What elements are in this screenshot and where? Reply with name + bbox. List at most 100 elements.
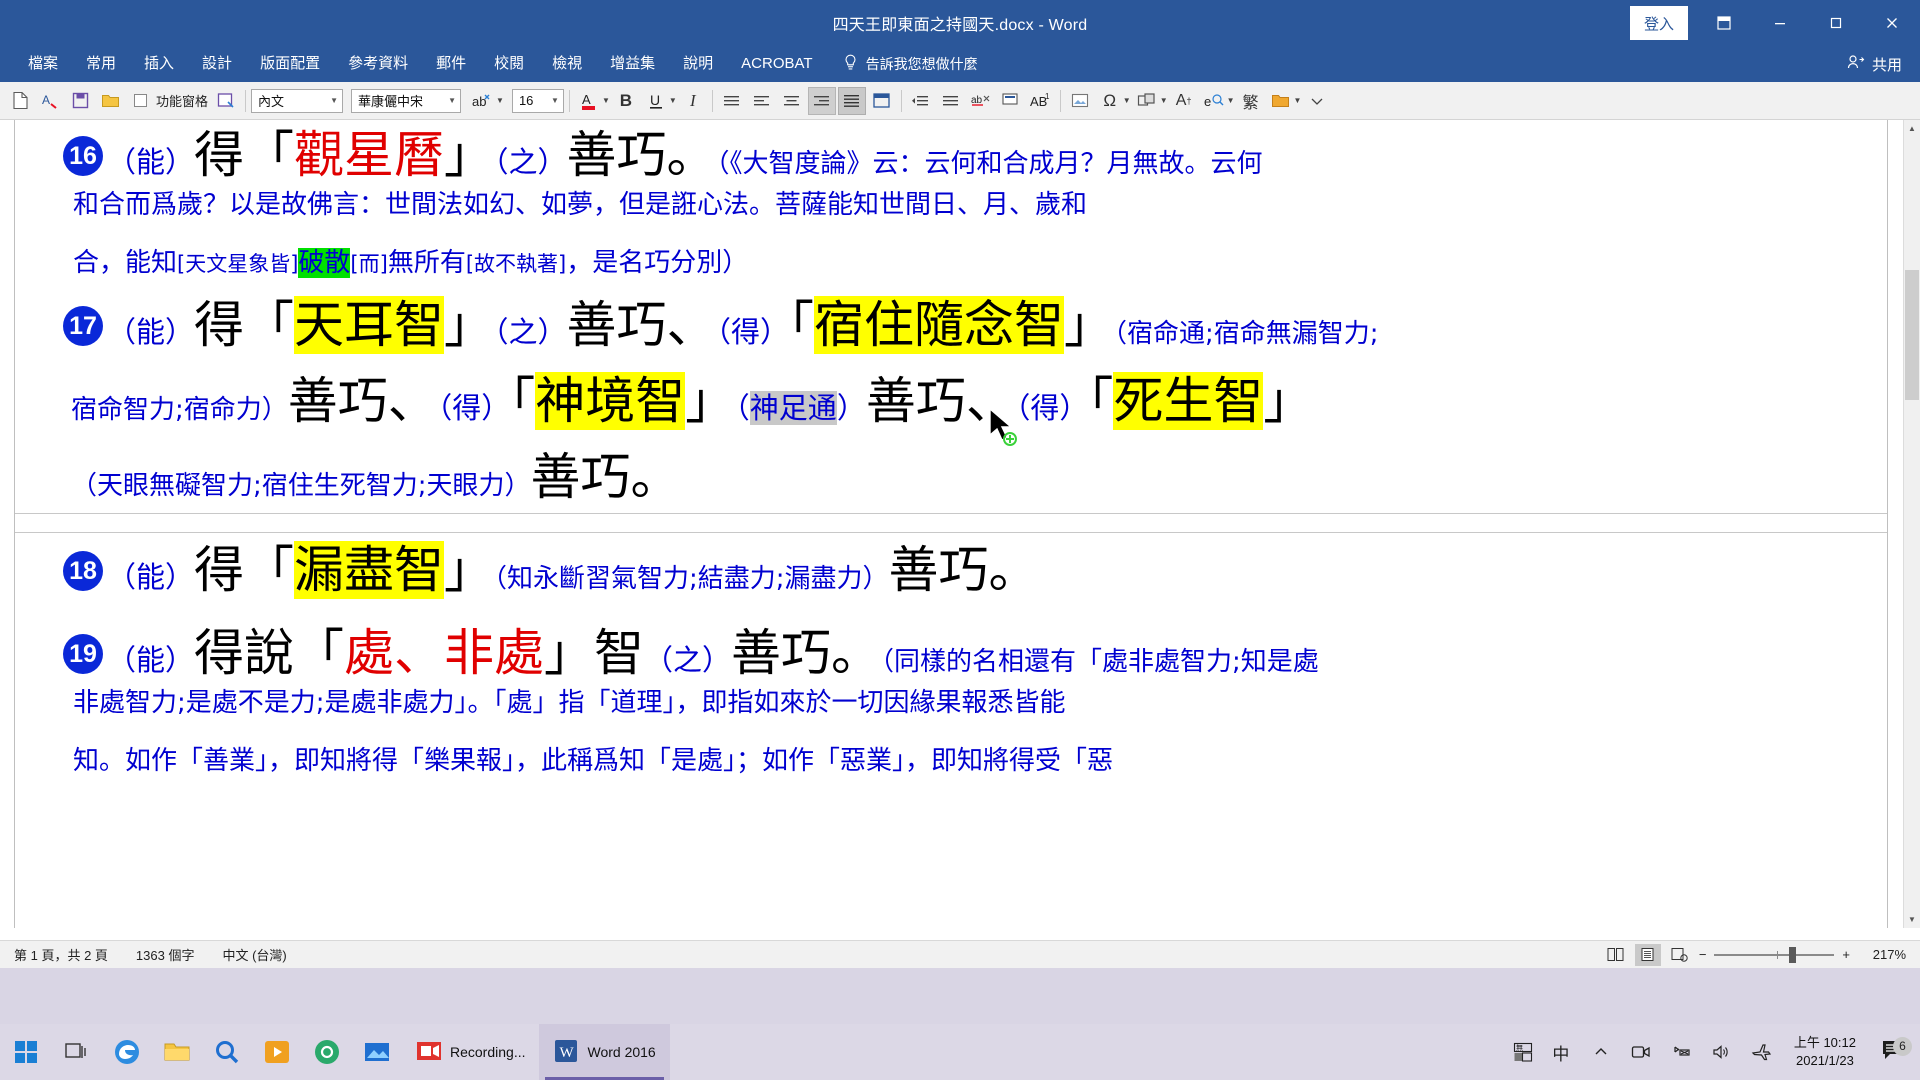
- indent-increase-icon[interactable]: [937, 87, 965, 115]
- insert-picture-icon[interactable]: [1066, 87, 1094, 115]
- document-page[interactable]: 16 （能）得「觀星曆」（之）善巧。（《大智度論》云：云何和合成月？月無故。云何 …: [14, 120, 1888, 928]
- app-green-icon[interactable]: [302, 1024, 352, 1080]
- close-icon[interactable]: [1864, 0, 1920, 46]
- tab-home[interactable]: 常用: [72, 46, 130, 82]
- align-right-icon[interactable]: [807, 86, 836, 115]
- page-border-icon[interactable]: [868, 87, 896, 115]
- print-layout-icon[interactable]: [1634, 943, 1661, 966]
- network-icon[interactable]: [1662, 1024, 1700, 1080]
- chevron-up-icon[interactable]: [1582, 1024, 1620, 1080]
- ime-mode-indicator[interactable]: 中: [1542, 1024, 1580, 1080]
- folder-icon[interactable]: [1267, 87, 1295, 115]
- tell-me-box[interactable]: 告訴我您想做什麼: [827, 54, 978, 74]
- photos-icon[interactable]: [352, 1024, 402, 1080]
- page-indicator[interactable]: 第 1 頁，共 2 頁: [0, 945, 122, 964]
- word-count[interactable]: 1363 個字: [122, 945, 209, 964]
- vertical-scrollbar[interactable]: ▲ ▼: [1903, 120, 1920, 928]
- volume-icon[interactable]: [1702, 1024, 1740, 1080]
- shapes-icon[interactable]: [1133, 87, 1161, 115]
- indent-decrease-icon[interactable]: [907, 87, 935, 115]
- potplayer-icon[interactable]: [252, 1024, 302, 1080]
- maximize-icon[interactable]: [1808, 0, 1864, 46]
- font-color-icon[interactable]: A: [575, 87, 603, 115]
- paragraph-17[interactable]: 17 （能）得「天耳智」（之）善巧、（得）「宿住隨念智」（宿命通;宿命無漏智力; …: [63, 296, 1847, 512]
- web-layout-icon[interactable]: [1667, 944, 1693, 966]
- distribute-text-icon[interactable]: [718, 87, 746, 115]
- navigation-pane-icon[interactable]: [212, 87, 240, 115]
- align-center-icon[interactable]: [778, 87, 806, 115]
- tab-review[interactable]: 校閱: [480, 46, 538, 82]
- paragraph-19[interactable]: 19 （能）得說「處、非處」智（之）善巧。（同樣的名相還有「處非處智力;知是處 非…: [63, 628, 1847, 800]
- symbol-omega-icon[interactable]: Ω: [1096, 87, 1124, 115]
- ribbon-display-options-icon[interactable]: [1696, 0, 1752, 46]
- zoom-out-button[interactable]: −: [1699, 947, 1707, 962]
- language-indicator[interactable]: 中文 (台灣): [208, 945, 300, 964]
- text-effects-icon[interactable]: A †: [1170, 87, 1198, 115]
- tab-design[interactable]: 設計: [188, 46, 246, 82]
- tab-acrobat[interactable]: ACROBAT: [727, 46, 826, 82]
- more-commands-icon[interactable]: [1303, 87, 1331, 115]
- zoom-slider[interactable]: − + 217%: [1699, 946, 1906, 963]
- minimize-icon[interactable]: [1752, 0, 1808, 46]
- chevron-down-icon[interactable]: ▼: [496, 96, 504, 105]
- document-canvas[interactable]: 16 （能）得「觀星曆」（之）善巧。（《大智度論》云：云何和合成月？月無故。云何 …: [0, 120, 1920, 928]
- read-mode-icon[interactable]: [1603, 944, 1629, 966]
- font-combo[interactable]: 華康儷中宋 ▼: [351, 88, 462, 113]
- zoom-in-button[interactable]: +: [1842, 947, 1850, 962]
- zoom-tool-icon[interactable]: e: [1200, 87, 1228, 115]
- zoom-track[interactable]: [1714, 946, 1835, 963]
- new-document-icon[interactable]: [6, 87, 34, 115]
- paragraph-18[interactable]: 18 （能）得「漏盡智」（知永斷習氣智力;結盡力;漏盡力）善巧。: [63, 541, 1847, 621]
- tab-mailings[interactable]: 郵件: [422, 46, 480, 82]
- chevron-down-icon[interactable]: ▼: [1227, 96, 1235, 105]
- taskbar-clock[interactable]: 上午 10:12 2021/1/23: [1782, 1034, 1868, 1070]
- taskbar-item-recording[interactable]: Recording...: [402, 1024, 539, 1080]
- camera-icon[interactable]: [1622, 1024, 1660, 1080]
- scroll-up-icon[interactable]: ▲: [1904, 120, 1920, 137]
- chevron-down-icon[interactable]: ▼: [602, 96, 610, 105]
- open-folder-icon[interactable]: [96, 87, 124, 115]
- align-left-icon[interactable]: [748, 87, 776, 115]
- tab-file[interactable]: 檔案: [14, 46, 72, 82]
- notification-center-button[interactable]: 6: [1870, 1036, 1916, 1066]
- chevron-down-icon[interactable]: ▼: [1123, 96, 1131, 105]
- tab-view[interactable]: 檢視: [538, 46, 596, 82]
- underline-button[interactable]: U: [642, 87, 670, 115]
- text-highlight-icon[interactable]: [997, 87, 1025, 115]
- scrollbar-thumb[interactable]: [1905, 270, 1919, 400]
- traditional-chinese-icon[interactable]: 繁: [1237, 87, 1265, 115]
- paragraph-16[interactable]: 16 （能）得「觀星曆」（之）善巧。（《大智度論》云：云何和合成月？月無故。云何 …: [63, 130, 1847, 302]
- tab-insert[interactable]: 插入: [130, 46, 188, 82]
- file-explorer-icon[interactable]: [152, 1024, 202, 1080]
- zoom-level-label[interactable]: 217%: [1858, 947, 1906, 962]
- search-magnifier-icon[interactable]: [202, 1024, 252, 1080]
- superscript-icon[interactable]: AB 1: [1027, 87, 1055, 115]
- font-size-combo[interactable]: 16 ▼: [511, 88, 564, 113]
- chevron-down-icon[interactable]: ▼: [1294, 96, 1302, 105]
- format-painter-icon[interactable]: A: [36, 87, 64, 115]
- checkbox-icon[interactable]: [126, 87, 154, 115]
- tab-layout[interactable]: 版面配置: [246, 46, 334, 82]
- share-button[interactable]: 共用: [1847, 54, 1902, 75]
- clear-formatting-icon[interactable]: ab: [967, 87, 995, 115]
- zoom-thumb[interactable]: [1788, 946, 1796, 963]
- chevron-down-icon[interactable]: ▼: [669, 96, 677, 105]
- tab-references[interactable]: 參考資料: [334, 46, 422, 82]
- save-icon[interactable]: [66, 87, 94, 115]
- scroll-down-icon[interactable]: ▼: [1904, 911, 1920, 928]
- taskbar-item-word[interactable]: W Word 2016: [539, 1024, 670, 1080]
- windows-start-icon[interactable]: [0, 1040, 52, 1064]
- italic-button[interactable]: I: [679, 87, 707, 115]
- style-combo[interactable]: 內文 ▼: [251, 88, 344, 113]
- bold-button[interactable]: B: [612, 87, 640, 115]
- phonetic-guide-icon[interactable]: ab: [469, 87, 497, 115]
- justify-icon[interactable]: [837, 86, 866, 115]
- edge-icon[interactable]: [102, 1024, 152, 1080]
- tab-help[interactable]: 說明: [669, 46, 727, 82]
- sign-in-button[interactable]: 登入: [1629, 6, 1688, 40]
- tab-addins[interactable]: 增益集: [596, 46, 669, 82]
- ime-pad-icon[interactable]: 無: [1506, 1042, 1540, 1062]
- airplane-icon[interactable]: [1742, 1024, 1780, 1080]
- task-view-icon[interactable]: [52, 1024, 102, 1080]
- chevron-down-icon[interactable]: ▼: [1160, 96, 1168, 105]
